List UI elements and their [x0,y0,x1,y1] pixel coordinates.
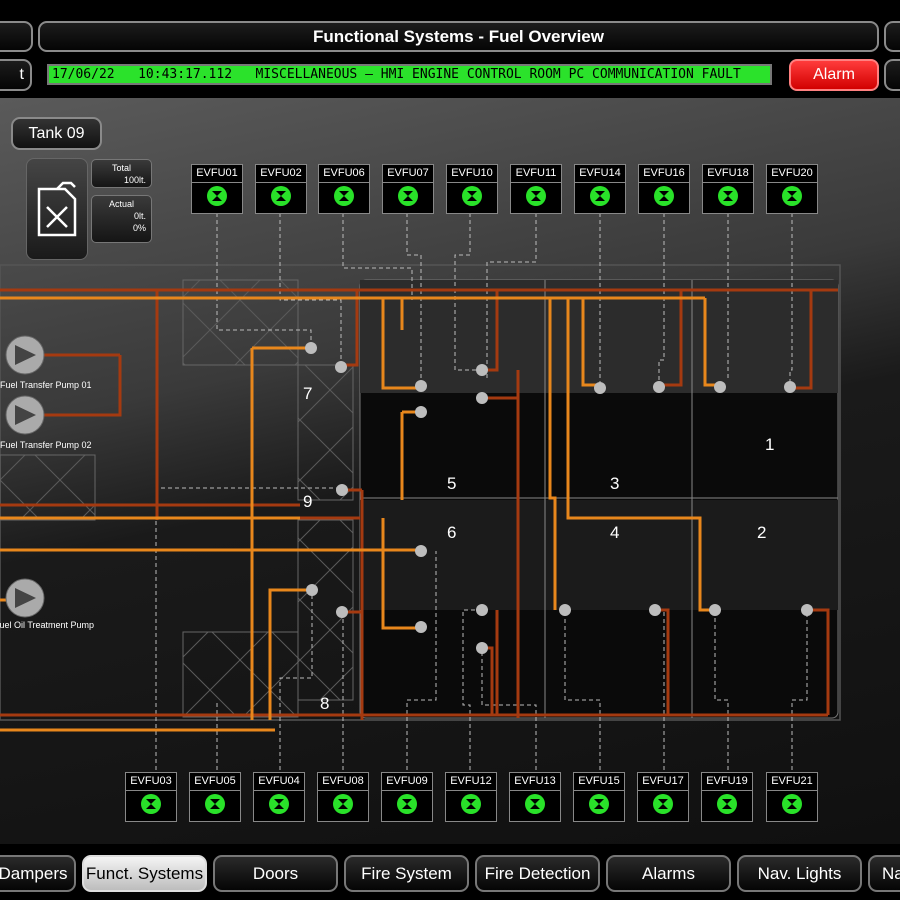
valve-icon [271,186,291,206]
valve-evfu08[interactable]: EVFU08 [317,772,369,822]
valve-icon [141,794,161,814]
nav-alarms[interactable]: Alarms [606,855,731,892]
valve-icon [461,794,481,814]
valve-evfu20[interactable]: EVFU20 [766,164,818,214]
nav-dampers[interactable]: Dampers [0,855,76,892]
valve-label: EVFU10 [447,165,497,183]
valve-evfu21[interactable]: EVFU21 [766,772,818,822]
nav-doors[interactable]: Doors [213,855,338,892]
valve-evfu02[interactable]: EVFU02 [255,164,307,214]
valve-evfu04[interactable]: EVFU04 [253,772,305,822]
pump-label-transfer-01: Fuel Transfer Pump 01 [0,380,92,390]
valve-icon [525,794,545,814]
valve-label: EVFU21 [767,773,817,791]
valve-icon [205,794,225,814]
valve-evfu17[interactable]: EVFU17 [637,772,689,822]
nav-fire-detection[interactable]: Fire Detection [475,855,600,892]
valve-label: EVFU07 [383,165,433,183]
nav-nav-lights[interactable]: Nav. Lights [737,855,862,892]
valve-label: EVFU12 [446,773,496,791]
valve-evfu12[interactable]: EVFU12 [445,772,497,822]
valve-label: EVFU17 [638,773,688,791]
valve-label: EVFU14 [575,165,625,183]
valve-evfu03[interactable]: EVFU03 [125,772,177,822]
valve-label: EVFU09 [382,773,432,791]
valve-icon [717,794,737,814]
tank-number-7[interactable]: 7 [303,384,312,404]
pump-label-transfer-02: Fuel Transfer Pump 02 [0,440,92,450]
valve-evfu11[interactable]: EVFU11 [510,164,562,214]
nav-fire-system[interactable]: Fire System [344,855,469,892]
valve-evfu09[interactable]: EVFU09 [381,772,433,822]
valve-evfu01[interactable]: EVFU01 [191,164,243,214]
valve-label: EVFU20 [767,165,817,183]
valve-icon [526,186,546,206]
valve-evfu05[interactable]: EVFU05 [189,772,241,822]
valve-label: EVFU16 [639,165,689,183]
valve-label: EVFU19 [702,773,752,791]
valve-icon [782,186,802,206]
valve-icon [782,794,802,814]
tank-number-9[interactable]: 9 [303,492,312,512]
valve-evfu18[interactable]: EVFU18 [702,164,754,214]
valve-label: EVFU11 [511,165,561,183]
valve-evfu16[interactable]: EVFU16 [638,164,690,214]
valve-icon [718,186,738,206]
valve-label: EVFU05 [190,773,240,791]
valve-label: EVFU01 [192,165,242,183]
valve-icon [269,794,289,814]
tank-number-6[interactable]: 6 [447,523,456,543]
valve-label: EVFU04 [254,773,304,791]
tank-number-4[interactable]: 4 [610,523,619,543]
valve-icon [334,186,354,206]
nav-more[interactable]: Na [868,855,900,892]
valve-icon [653,794,673,814]
nav-funct-systems[interactable]: Funct. Systems [82,855,207,892]
valve-icon [462,186,482,206]
valve-label: EVFU02 [256,165,306,183]
valve-icon [333,794,353,814]
tank-number-3[interactable]: 3 [610,474,619,494]
pump-label-treatment: Fuel Oil Treatment Pump [0,620,95,630]
valve-evfu19[interactable]: EVFU19 [701,772,753,822]
valve-icon [654,186,674,206]
tank-number-5[interactable]: 5 [447,474,456,494]
tank-number-8[interactable]: 8 [320,694,329,714]
valve-evfu06[interactable]: EVFU06 [318,164,370,214]
tank-number-1[interactable]: 1 [765,435,774,455]
valve-evfu14[interactable]: EVFU14 [574,164,626,214]
valve-icon [398,186,418,206]
valve-evfu10[interactable]: EVFU10 [446,164,498,214]
valve-icon [397,794,417,814]
valve-icon [207,186,227,206]
valve-evfu15[interactable]: EVFU15 [573,772,625,822]
valve-icon [589,794,609,814]
valve-label: EVFU06 [319,165,369,183]
valve-evfu13[interactable]: EVFU13 [509,772,561,822]
tank-number-2[interactable]: 2 [757,523,766,543]
valve-label: EVFU15 [574,773,624,791]
valve-label: EVFU13 [510,773,560,791]
valve-label: EVFU08 [318,773,368,791]
valve-icon [590,186,610,206]
valve-evfu07[interactable]: EVFU07 [382,164,434,214]
valve-label: EVFU03 [126,773,176,791]
valve-label: EVFU18 [703,165,753,183]
